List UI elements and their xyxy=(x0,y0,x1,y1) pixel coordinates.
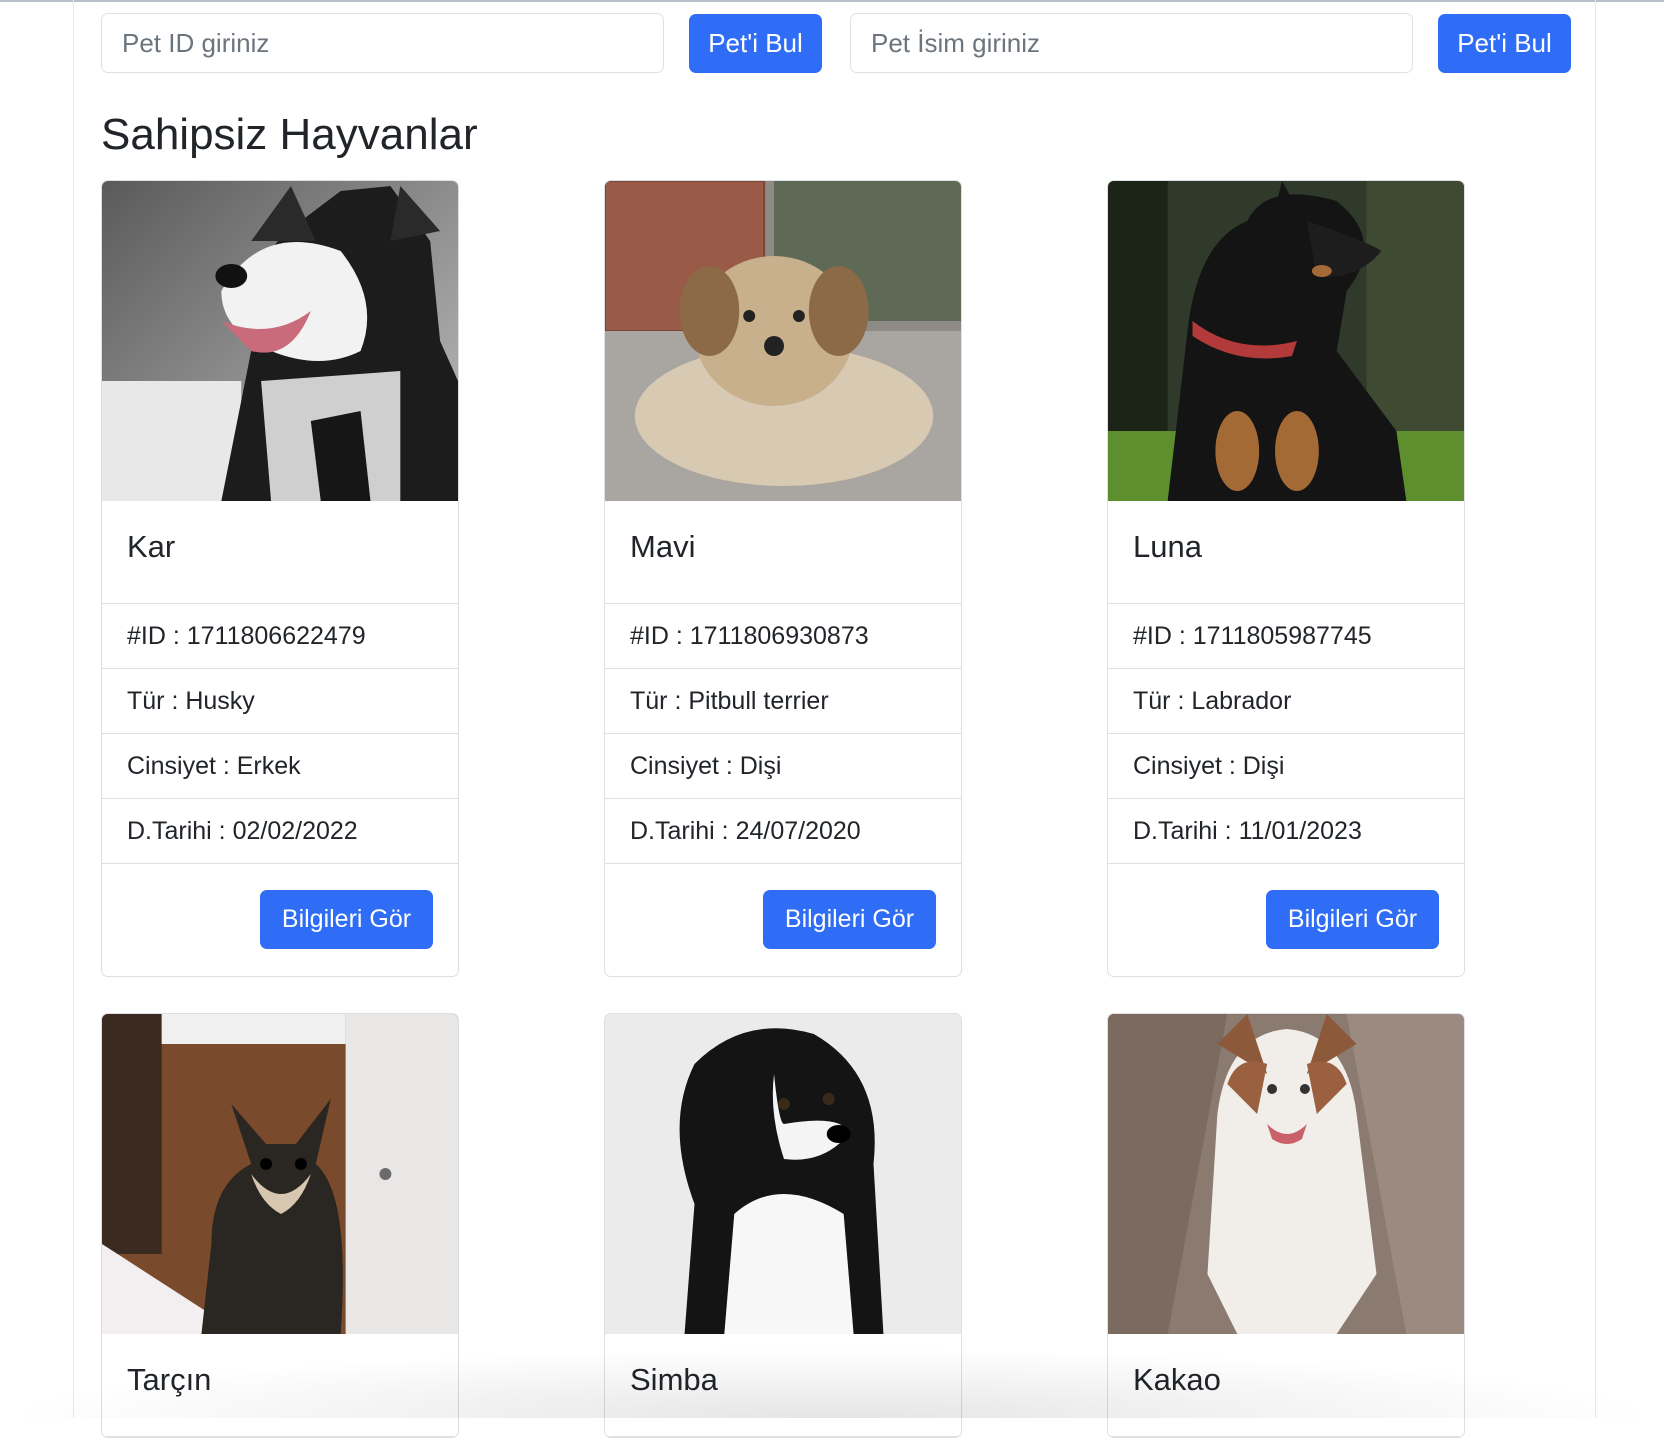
pet-breed: Tür : Labrador xyxy=(1108,669,1464,734)
pet-birth-date: D.Tarihi : 11/01/2023 xyxy=(1108,799,1464,864)
pet-name: Kakao xyxy=(1108,1334,1464,1437)
pet-name: Mavi xyxy=(605,501,961,604)
pet-card: Luna #ID : 1711805987745 Tür : Labrador … xyxy=(1107,180,1465,977)
pet-photo xyxy=(102,181,458,501)
pet-photo xyxy=(1108,1014,1464,1334)
pet-id: #ID : 1711806930873 xyxy=(605,604,961,669)
pet-photo xyxy=(1108,181,1464,501)
pet-card: Kar #ID : 1711806622479 Tür : Husky Cins… xyxy=(101,180,459,977)
pet-birth-date: D.Tarihi : 24/07/2020 xyxy=(605,799,961,864)
pet-name-input[interactable] xyxy=(850,13,1413,73)
pet-id: #ID : 1711805987745 xyxy=(1108,604,1464,669)
pet-card: Simba xyxy=(604,1013,962,1438)
pet-id: #ID : 1711806622479 xyxy=(102,604,458,669)
pet-id-input[interactable] xyxy=(101,13,664,73)
find-by-id-button[interactable]: Pet'i Bul xyxy=(689,14,822,73)
pet-name: Kar xyxy=(102,501,458,604)
pet-card: Kakao xyxy=(1107,1013,1465,1438)
pet-name: Luna xyxy=(1108,501,1464,604)
view-details-button[interactable]: Bilgileri Gör xyxy=(763,890,936,949)
card-footer: Bilgileri Gör xyxy=(102,864,458,976)
pet-photo xyxy=(605,1014,961,1334)
card-footer: Bilgileri Gör xyxy=(1108,864,1464,976)
pet-gender: Cinsiyet : Dişi xyxy=(605,734,961,799)
pet-gender: Cinsiyet : Dişi xyxy=(1108,734,1464,799)
pet-breed: Tür : Husky xyxy=(102,669,458,734)
pet-name: Simba xyxy=(605,1334,961,1437)
page-title: Sahipsiz Hayvanlar xyxy=(101,110,478,159)
view-details-button[interactable]: Bilgileri Gör xyxy=(1266,890,1439,949)
pet-card: Mavi #ID : 1711806930873 Tür : Pitbull t… xyxy=(604,180,962,977)
pet-birth-date: D.Tarihi : 02/02/2022 xyxy=(102,799,458,864)
pet-gender: Cinsiyet : Erkek xyxy=(102,734,458,799)
find-by-name-button[interactable]: Pet'i Bul xyxy=(1438,14,1571,73)
search-bar: Pet'i Bul Pet'i Bul xyxy=(101,13,1571,73)
pet-card: Tarçın xyxy=(101,1013,459,1438)
pet-photo xyxy=(102,1014,458,1334)
card-footer: Bilgileri Gör xyxy=(605,864,961,976)
pet-photo xyxy=(605,181,961,501)
pet-breed: Tür : Pitbull terrier xyxy=(605,669,961,734)
pet-name: Tarçın xyxy=(102,1334,458,1437)
view-details-button[interactable]: Bilgileri Gör xyxy=(260,890,433,949)
main-container: Pet'i Bul Pet'i Bul Sahipsiz Hayvanlar K… xyxy=(73,0,1596,1438)
